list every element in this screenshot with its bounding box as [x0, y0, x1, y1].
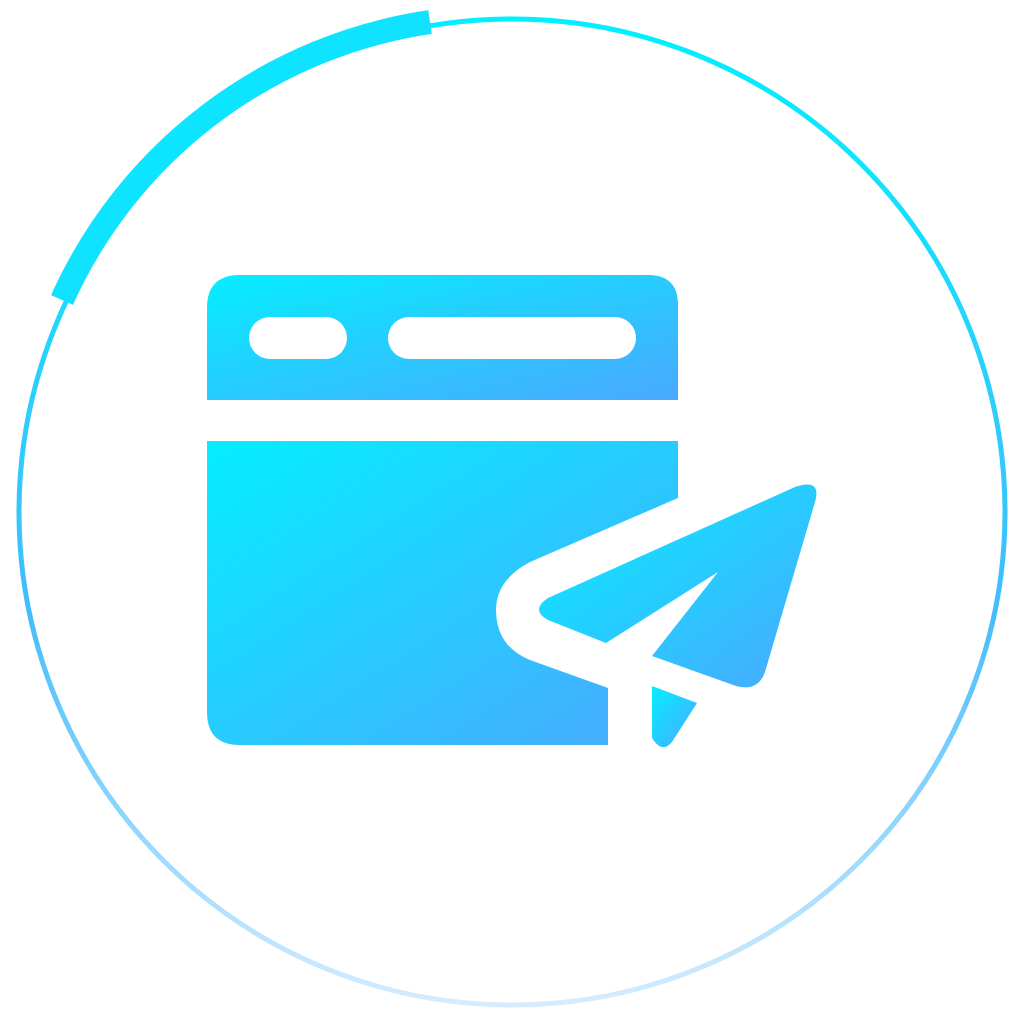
app-icon [0, 0, 1024, 1024]
paper-plane-tail [652, 686, 697, 748]
browser-window-icon [207, 275, 678, 745]
accent-arc [51, 10, 432, 305]
browser-address-pill [388, 317, 636, 359]
web-send-icon [16, 10, 1008, 1008]
browser-dot-pill [249, 317, 347, 359]
